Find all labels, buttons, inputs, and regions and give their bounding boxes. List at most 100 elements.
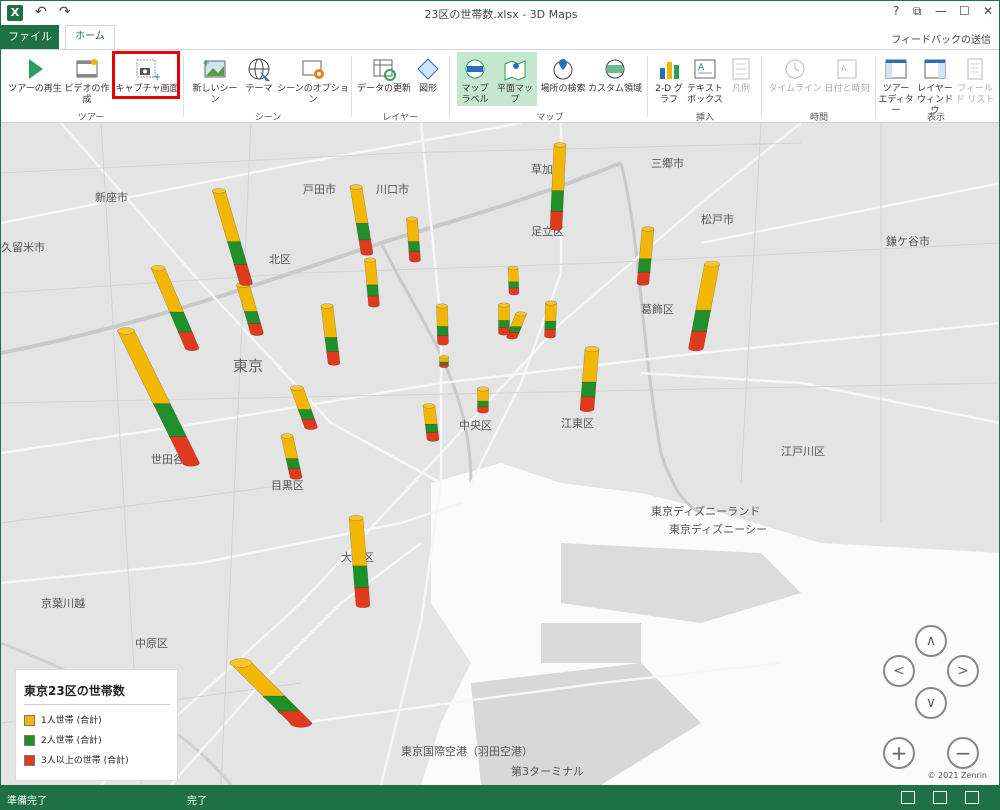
- column-top: [349, 184, 363, 190]
- nav-up-button[interactable]: ∧: [915, 625, 947, 657]
- column-top: [439, 354, 449, 360]
- district-column[interactable]: [349, 184, 374, 256]
- date-time-button[interactable]: A 日付と時刻: [823, 52, 871, 106]
- column-top: [280, 433, 294, 439]
- district-column[interactable]: [348, 514, 371, 609]
- legend-swatch: [24, 715, 35, 726]
- feedback-link[interactable]: フィードバックの送信: [891, 31, 991, 46]
- status-ready: 準備完了: [7, 796, 47, 807]
- district-column[interactable]: [406, 216, 421, 263]
- district-column[interactable]: [212, 188, 253, 286]
- nav-down-button[interactable]: ∨: [915, 687, 947, 719]
- district-column[interactable]: [150, 264, 200, 352]
- bar-chart-icon: [660, 62, 679, 79]
- timeline-button[interactable]: タイムライン: [767, 52, 823, 106]
- flat-map-label: 平面マップ: [496, 84, 533, 105]
- tour-editor-button[interactable]: ツアー エディター: [877, 52, 915, 116]
- column-segment: [117, 330, 171, 408]
- help-button[interactable]: ?: [893, 4, 899, 18]
- district-column[interactable]: [579, 345, 600, 413]
- window-title: 23区の世帯数.xlsx - 3D Maps: [424, 8, 578, 21]
- legend-item-label: 1人世帯 (合計): [41, 716, 102, 726]
- column-segment: [348, 517, 368, 569]
- refresh-data-button[interactable]: データの更新: [355, 52, 413, 106]
- minimize-button[interactable]: —: [935, 4, 947, 18]
- column-segment: [406, 218, 420, 245]
- custom-regions-button[interactable]: カスタム領域: [587, 52, 643, 106]
- new-scene-button[interactable]: + 新しいシーン: [189, 52, 241, 106]
- district-column[interactable]: [364, 257, 380, 308]
- district-column[interactable]: [280, 433, 303, 480]
- district-column[interactable]: [290, 385, 318, 430]
- column-top: [545, 300, 557, 306]
- nav-left-button[interactable]: <: [883, 655, 915, 687]
- shapes-button[interactable]: 図形: [413, 52, 443, 106]
- map-labels-button[interactable]: マップ ラベル: [457, 52, 493, 106]
- district-column[interactable]: [688, 260, 720, 352]
- chart-2d-label: 2-D グラフ: [655, 84, 683, 105]
- ribbon-separator: [761, 56, 762, 118]
- legend-panel[interactable]: 東京23区の世帯数 1人世帯 (合計) 2人世帯 (合計) 3人以上の世帯 (合…: [15, 669, 178, 781]
- chart-2d-button[interactable]: 2-D グラフ: [653, 52, 685, 106]
- textbox-button[interactable]: A テキスト ボックス: [685, 52, 725, 106]
- theme-button[interactable]: テーマ: [241, 52, 277, 106]
- gear-scene-icon: [302, 60, 324, 79]
- district-column[interactable]: [549, 142, 567, 231]
- map-labels-icon: [465, 59, 485, 79]
- play-tour-button[interactable]: ツアーの再生: [5, 52, 65, 106]
- column-segment: [636, 271, 651, 286]
- zoom-in-button[interactable]: +: [883, 737, 915, 769]
- flat-map-button[interactable]: 平面マップ: [493, 52, 537, 106]
- district-column[interactable]: [320, 303, 341, 366]
- restore-ribbon-button[interactable]: ⧉: [913, 4, 922, 19]
- view-fit-icon[interactable]: [933, 791, 947, 804]
- layer-window-button[interactable]: レイヤー ウィンドウ: [915, 52, 955, 116]
- new-scene-icon: +: [202, 58, 226, 78]
- district-column[interactable]: [498, 302, 510, 336]
- legend-button[interactable]: 凡例: [725, 52, 757, 106]
- district-column[interactable]: [439, 354, 449, 369]
- district-column[interactable]: [236, 282, 264, 336]
- group-tour: ツアー: [77, 113, 105, 123]
- column-segment: [236, 284, 258, 315]
- maximize-button[interactable]: ☐: [959, 4, 970, 18]
- column-top: [553, 142, 567, 148]
- column-segment: [508, 287, 520, 296]
- nav-right-button[interactable]: >: [947, 655, 979, 687]
- district-column[interactable]: [477, 386, 489, 414]
- zoom-out-button[interactable]: −: [947, 737, 979, 769]
- flat-map-icon: [504, 60, 526, 81]
- find-location-button[interactable]: 場所の検索: [539, 52, 587, 106]
- find-location-label: 場所の検索: [540, 84, 586, 94]
- status-done: 完了: [187, 796, 207, 807]
- district-column[interactable]: [422, 403, 440, 442]
- tab-file[interactable]: ファイル: [1, 25, 59, 49]
- district-column[interactable]: [229, 658, 313, 728]
- column-top: [436, 303, 448, 309]
- view-grid-icon[interactable]: [965, 791, 979, 804]
- tour-editor-icon: [885, 59, 907, 79]
- column-top: [704, 260, 720, 268]
- ribbon-separator: [449, 56, 450, 118]
- district-column[interactable]: [544, 300, 557, 339]
- district-column[interactable]: [436, 303, 449, 346]
- refresh-data-label: データの更新: [356, 84, 411, 94]
- svg-text:+: +: [202, 58, 210, 69]
- district-column[interactable]: [507, 265, 520, 296]
- refresh-icon: [373, 59, 396, 81]
- svg-text:A: A: [698, 63, 705, 73]
- column-segment: [507, 267, 519, 285]
- group-layer: レイヤー: [382, 113, 418, 123]
- column-segment: [550, 190, 565, 215]
- column-segment: [301, 418, 318, 430]
- create-video-button[interactable]: ビデオの作成: [63, 52, 111, 106]
- view-normal-icon[interactable]: [901, 791, 915, 804]
- scene-options-button[interactable]: シーンのオプション: [277, 52, 349, 106]
- svg-text:A: A: [841, 64, 847, 73]
- legend-item-label: 2人世帯 (合計): [41, 736, 102, 746]
- district-column[interactable]: [636, 226, 655, 286]
- tab-home[interactable]: ホーム: [65, 25, 115, 50]
- close-button[interactable]: ✕: [983, 4, 993, 18]
- column-segment: [169, 311, 193, 336]
- field-list-button[interactable]: フィールド リスト: [955, 52, 995, 106]
